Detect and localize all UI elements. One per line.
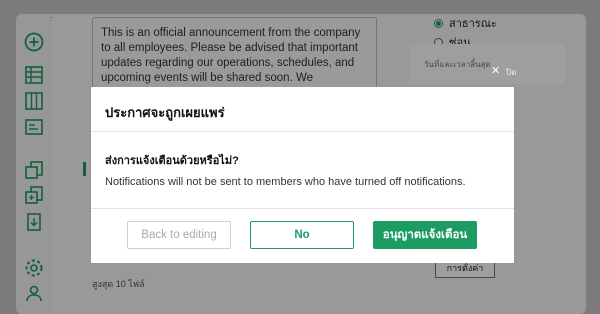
close-icon[interactable]: ✕ [491,64,500,77]
dialog-question: ส่งการแจ้งเตือนด้วยหรือไม่? [105,155,239,167]
allow-notifications-button[interactable]: อนุญาตแจ้งเตือน [373,221,477,249]
no-button[interactable]: No [250,221,354,249]
dialog-body: Notifications will not be sent to member… [105,176,466,188]
back-to-editing-button[interactable]: Back to editing [127,221,231,249]
publish-dialog: ประกาศจะถูกเผยแพร่ ส่งการแจ้งเตือนด้วยหร… [91,87,514,263]
close-label[interactable]: ปิด [506,66,516,79]
dialog-title: ประกาศจะถูกเผยแพร่ [105,105,225,120]
divider [91,208,514,209]
divider [91,131,514,132]
